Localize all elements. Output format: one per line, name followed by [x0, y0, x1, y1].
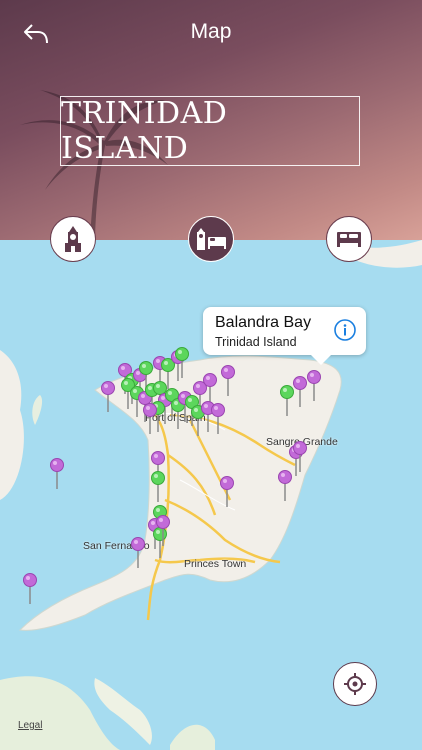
green-pin [150, 470, 166, 503]
purple-pin [100, 380, 116, 413]
legal-link[interactable]: Legal [18, 720, 42, 731]
pin-cluster-west [22, 457, 65, 605]
purple-pin [277, 469, 293, 502]
map-callout[interactable]: Balandra Bay Trinidad Island [203, 307, 366, 365]
purple-pin [220, 364, 236, 397]
callout-title: Balandra Bay [215, 314, 312, 331]
tower-and-bed-icon [197, 228, 226, 250]
pin-cluster-east [277, 369, 322, 502]
pin-cluster-port-of-spain [100, 346, 236, 437]
category-button-landmarks[interactable] [50, 216, 96, 262]
purple-pin [130, 536, 146, 569]
bed-icon [337, 232, 361, 247]
banner-title-box: TRINIDAD ISLAND [60, 96, 360, 166]
banner-title: TRINIDAD ISLAND [61, 96, 228, 166]
callout-subtitle: Trinidad Island [215, 335, 297, 349]
crosshair-locate-icon [344, 673, 366, 695]
page-title: Map [190, 20, 232, 43]
purple-pin [22, 572, 38, 605]
purple-pin [306, 369, 322, 402]
category-button-hotels[interactable] [326, 216, 372, 262]
pin-cluster-central [130, 450, 235, 569]
clock-tower-icon [65, 226, 81, 252]
header: Map TRINIDAD ISLAND [0, 0, 422, 240]
purple-pin [219, 475, 235, 508]
info-icon[interactable] [334, 319, 356, 341]
purple-pin [49, 457, 65, 490]
green-pin [279, 384, 295, 417]
purple-pin [210, 402, 226, 435]
locate-me-button[interactable] [333, 662, 377, 706]
purple-pin [292, 375, 308, 408]
category-button-all[interactable] [188, 216, 234, 262]
